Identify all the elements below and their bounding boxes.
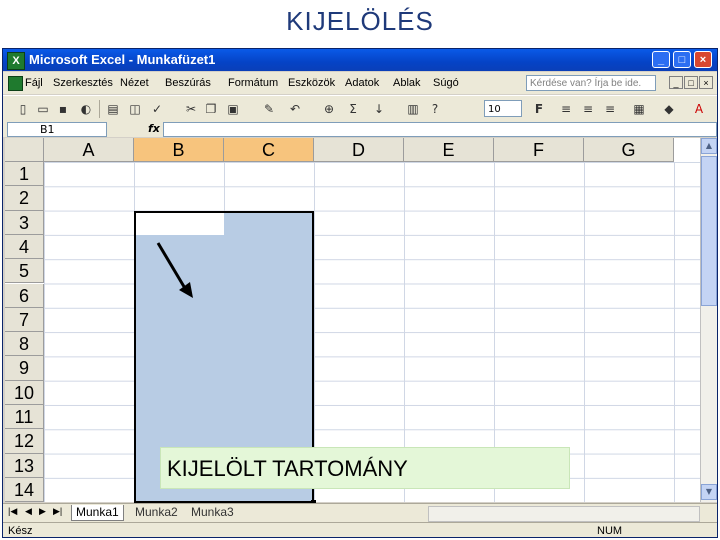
close-button[interactable]: × xyxy=(694,51,712,68)
row-header-1[interactable]: 1 xyxy=(5,162,44,187)
status-text: Kész xyxy=(8,525,33,537)
row-header-5[interactable]: 5 xyxy=(5,259,44,284)
column-header-b[interactable]: B xyxy=(134,138,224,162)
standard-toolbar: ▯ ▭ ▪ ◐ ▤ ◫ ✓ ✂ ❐ ▣ ✎ ↶ ⊕ Σ ↓ ▥ ? 10 F ≡… xyxy=(3,95,717,123)
formula-bar: B1 fx xyxy=(3,122,717,137)
toolbar-divider xyxy=(99,100,100,118)
fx-icon[interactable]: fx xyxy=(148,122,160,135)
hyperlink-icon[interactable]: ⊕ xyxy=(321,101,337,117)
open-icon[interactable]: ▭ xyxy=(35,101,51,117)
selected-range-callout: KIJELÖLT TARTOMÁNY xyxy=(160,447,570,489)
sheet-tab-bar: |◀ ◀ ▶ ▶| Munka1 Munka2 Munka3 xyxy=(3,503,717,522)
scroll-down-icon[interactable]: ▼ xyxy=(701,484,717,500)
row-header-8[interactable]: 8 xyxy=(5,332,44,357)
row-header-10[interactable]: 10 xyxy=(5,380,44,405)
menu-data[interactable]: Adatok xyxy=(345,77,379,89)
save-icon[interactable]: ▪ xyxy=(55,101,71,117)
spelling-icon[interactable]: ✓ xyxy=(149,101,165,117)
doc-close-button[interactable]: × xyxy=(699,76,713,89)
last-sheet-icon[interactable]: ▶| xyxy=(53,506,62,517)
menu-insert[interactable]: Beszúrás xyxy=(165,77,211,89)
bold-icon[interactable]: F xyxy=(531,101,547,117)
sort-ascending-icon[interactable]: ↓ xyxy=(371,101,387,117)
prev-sheet-icon[interactable]: ◀ xyxy=(25,506,32,517)
print-icon[interactable]: ▤ xyxy=(105,101,121,117)
align-left-icon[interactable]: ≡ xyxy=(558,101,574,117)
row-header-6[interactable]: 6 xyxy=(5,283,44,308)
format-painter-icon[interactable]: ✎ xyxy=(261,101,277,117)
next-sheet-icon[interactable]: ▶ xyxy=(39,506,46,517)
font-color-icon[interactable]: A xyxy=(691,101,707,117)
column-header-d[interactable]: D xyxy=(314,138,404,162)
num-lock-indicator: NUM xyxy=(597,525,623,537)
autosum-icon[interactable]: Σ xyxy=(345,101,361,117)
column-header-g[interactable]: G xyxy=(584,138,674,162)
copy-icon[interactable]: ❐ xyxy=(203,101,219,117)
permission-icon[interactable]: ◐ xyxy=(78,101,94,117)
column-header-c[interactable]: C xyxy=(224,138,314,162)
help-search-input[interactable]: Kérdése van? Írja be ide. xyxy=(526,75,656,91)
arrow-icon xyxy=(156,242,193,298)
font-size-select[interactable]: 10 xyxy=(484,100,522,117)
excel-app-icon: X xyxy=(7,52,25,70)
doc-restore-button[interactable]: □ xyxy=(684,76,698,89)
align-right-icon[interactable]: ≡ xyxy=(602,101,618,117)
row-header-3[interactable]: 3 xyxy=(5,210,44,235)
name-box[interactable]: B1 xyxy=(7,122,107,137)
row-header-13[interactable]: 13 xyxy=(5,453,44,478)
menu-help[interactable]: Súgó xyxy=(433,77,459,89)
sheet-tab-munka1[interactable]: Munka1 xyxy=(71,505,124,521)
scroll-thumb[interactable] xyxy=(701,156,717,306)
menu-edit[interactable]: Szerkesztés xyxy=(53,77,113,89)
worksheet-grid: ABCDEFG 1 2 3 4 5 6 7 8 9 10 11 12 13 14 KIJELÖLT TAR… xyxy=(5,138,705,505)
menu-file[interactable]: Fájl xyxy=(25,77,43,89)
menu-window[interactable]: Ablak xyxy=(393,77,421,89)
row-header-11[interactable]: 11 xyxy=(5,405,44,430)
align-center-icon[interactable]: ≡ xyxy=(580,101,596,117)
menu-bar: Fájl Szerkesztés Nézet Beszúrás Formátum… xyxy=(3,72,717,94)
excel-window: X Microsoft Excel - Munkafüzet1 _ □ × Fá… xyxy=(2,48,718,538)
formula-input[interactable] xyxy=(163,122,717,137)
vertical-scrollbar[interactable]: ▲ ▼ xyxy=(700,138,717,502)
column-header-e[interactable]: E xyxy=(404,138,494,162)
select-all-corner[interactable] xyxy=(5,138,44,162)
status-bar: Kész NUM xyxy=(3,522,717,537)
scroll-up-icon[interactable]: ▲ xyxy=(701,138,717,154)
row-header-12[interactable]: 12 xyxy=(5,429,44,454)
new-icon[interactable]: ▯ xyxy=(15,101,31,117)
sheet-tab-munka2[interactable]: Munka2 xyxy=(131,505,182,520)
cut-icon[interactable]: ✂ xyxy=(183,101,199,117)
fill-color-icon[interactable]: ◆ xyxy=(661,101,677,117)
undo-icon[interactable]: ↶ xyxy=(287,101,303,117)
doc-minimize-button[interactable]: _ xyxy=(669,76,683,89)
sheet-tab-munka3[interactable]: Munka3 xyxy=(187,505,238,520)
title-bar: X Microsoft Excel - Munkafüzet1 _ □ × xyxy=(3,49,717,71)
document-icon[interactable] xyxy=(8,76,23,91)
borders-icon[interactable]: ▦ xyxy=(631,101,647,117)
active-cell[interactable] xyxy=(136,213,224,235)
column-header-a[interactable]: A xyxy=(44,138,134,162)
help-icon[interactable]: ? xyxy=(427,101,443,117)
window-title: Microsoft Excel - Munkafüzet1 xyxy=(29,52,216,67)
menu-tools[interactable]: Eszközök xyxy=(288,77,335,89)
slide-title: KIJELÖLÉS xyxy=(286,6,434,36)
paste-icon[interactable]: ▣ xyxy=(225,101,241,117)
row-header-2[interactable]: 2 xyxy=(5,186,44,211)
horizontal-scrollbar[interactable] xyxy=(428,506,700,522)
maximize-button[interactable]: □ xyxy=(673,51,691,68)
first-sheet-icon[interactable]: |◀ xyxy=(8,506,17,517)
menu-view[interactable]: Nézet xyxy=(120,77,149,89)
column-header-f[interactable]: F xyxy=(494,138,584,162)
menu-format[interactable]: Formátum xyxy=(228,77,278,89)
print-preview-icon[interactable]: ◫ xyxy=(127,101,143,117)
row-header-7[interactable]: 7 xyxy=(5,307,44,333)
row-header-14[interactable]: 14 xyxy=(5,477,44,503)
row-header-9[interactable]: 9 xyxy=(5,356,44,381)
minimize-button[interactable]: _ xyxy=(652,51,670,68)
chart-icon[interactable]: ▥ xyxy=(405,101,421,117)
row-header-4[interactable]: 4 xyxy=(5,234,44,260)
